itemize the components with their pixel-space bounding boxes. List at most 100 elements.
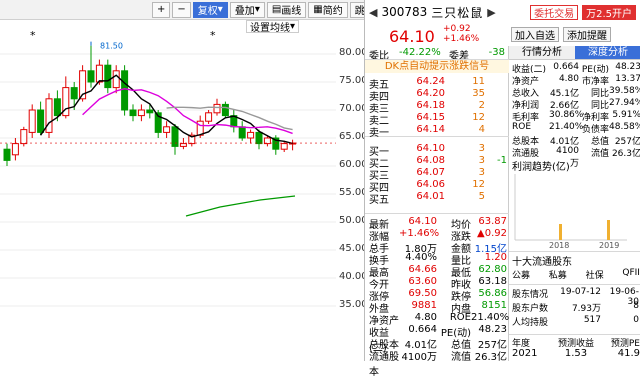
weicha-value: -38: [488, 47, 505, 58]
stat-v1: 4.01亿: [404, 340, 437, 351]
stat-v1: 63.60: [408, 276, 437, 287]
bid-level-4-label: 买四: [369, 183, 389, 194]
holder-col-private-fund[interactable]: 私募: [549, 268, 567, 281]
stat-row: 最高 64.66 最低 62.80: [365, 264, 509, 279]
ask-level-2[interactable]: 卖二 64.15 12: [365, 112, 509, 127]
fundamental-l: 流通股: [512, 149, 540, 159]
stat-l2: 总值: [451, 340, 471, 351]
tab-deep-analysis[interactable]: 深度分析: [575, 46, 640, 59]
draw-line-label: 画线: [281, 6, 302, 17]
next-arrow-icon[interactable]: ▶: [487, 6, 495, 19]
open-account-button[interactable]: 万2.5开户: [582, 4, 636, 20]
stat-v2: ▲0.92: [477, 228, 507, 239]
candle-body: [213, 103, 221, 114]
holder-col-social-security[interactable]: 社保: [586, 268, 604, 281]
stock-header: ◀ 300783 三只松鼠 ▶ 委托交易 万2.5开户: [365, 0, 640, 24]
candle-body: [247, 131, 255, 139]
fundamental-l: ROE: [512, 122, 532, 132]
holder-v2: 19-06-30: [609, 287, 639, 307]
draw-line-button[interactable]: ▤ 画线: [266, 1, 307, 18]
fundamental-v: 21.40%: [549, 122, 584, 132]
stat-l2: 内盘: [451, 304, 471, 315]
bid-level-5[interactable]: 买五 64.01 5: [365, 191, 509, 206]
simple-mode-button[interactable]: ▦ 简约: [308, 1, 348, 18]
bid-level-1-chg: [485, 143, 507, 155]
stat-v1: 64.66: [408, 264, 437, 275]
bid-level-2-label: 买二: [369, 159, 389, 170]
fundamental-l2: 流值: [590, 149, 609, 159]
trade-button[interactable]: 委托交易: [530, 4, 579, 20]
fundamental-l: 净利润: [512, 101, 540, 111]
add-watchlist-button[interactable]: 加入自选: [511, 27, 559, 42]
stat-l1: 流通股本: [369, 352, 399, 378]
candlestick-canvas[interactable]: 81.50 * *: [0, 21, 336, 361]
fundamental-l: 毛利率: [512, 113, 540, 123]
ask-level-2-chg: [485, 112, 507, 124]
weibi-label: 委比: [369, 51, 389, 62]
holder-col-qfii[interactable]: QFII: [622, 268, 640, 281]
ask-level-5-chg: [485, 76, 507, 88]
stat-v2: 56.86: [478, 288, 507, 299]
kline-chart-panel[interactable]: + − 复权▾ 叠加▾ ▤画线 ▦简约 跳转 ◀ 设置均线▾ 81.50** 8…: [0, 0, 400, 361]
profit-year-2018: 2018: [549, 241, 569, 250]
forecast-row: 2021 1.53 41.9: [512, 348, 640, 359]
ask-level-3-label: 卖三: [369, 104, 389, 115]
overlay-button[interactable]: 叠加 ▾: [229, 1, 265, 18]
analysis-panel: 行情分析 深度分析 利润趋势(亿) 2018 2019 十大流通股东 公募 私募…: [509, 46, 640, 361]
profit-bar-2019: [607, 220, 610, 240]
bid-level-1[interactable]: 买一 64.10 3: [365, 143, 509, 158]
add-alert-button[interactable]: 添加提醒: [563, 27, 611, 42]
candle-body: [53, 98, 61, 117]
bid-level-3-chg: [485, 167, 507, 179]
bid-level-3[interactable]: 买三 64.07 3: [365, 167, 509, 182]
bid-level-3-label: 买三: [369, 171, 389, 182]
tab-market-analysis[interactable]: 行情分析: [509, 46, 575, 59]
fundamental-row: 净资产 4.80 市净率 13.37: [509, 74, 640, 87]
holder-v2: 0: [633, 315, 639, 325]
bid-level-2[interactable]: 买二 64.08 3 -1: [365, 155, 509, 170]
profit-bar-2018: [559, 224, 562, 240]
ask-level-5[interactable]: 卖五 64.24 11: [365, 76, 509, 91]
candle-body: [196, 120, 204, 136]
zoom-out-button[interactable]: −: [172, 1, 191, 18]
price-change: +0.92: [443, 24, 471, 34]
profit-trend-chart: 2018 2019: [514, 174, 627, 250]
candle-body: [280, 143, 288, 150]
ask-level-5-price: 64.24: [416, 76, 445, 87]
holder-l: 股东情况: [512, 290, 549, 300]
ask-level-4-label: 卖四: [369, 92, 389, 103]
candle-body: [87, 70, 95, 83]
bid-level-4[interactable]: 买四 64.06 12: [365, 179, 509, 194]
zoom-in-button[interactable]: +: [152, 1, 171, 18]
simple-icon: ▦: [313, 4, 323, 15]
back-arrow-icon[interactable]: ◀: [369, 6, 377, 19]
stat-v1: 69.50: [408, 288, 437, 299]
ask-level-3-vol: 2: [478, 100, 485, 111]
ask-level-3[interactable]: 卖三 64.18 2: [365, 100, 509, 115]
ask-level-4[interactable]: 卖四 64.20 35: [365, 88, 509, 103]
stat-v1: +1.46%: [399, 228, 440, 239]
stat-l2: 流值: [451, 352, 471, 363]
stat-l1: 总股本: [369, 340, 399, 351]
stat-l1: 外盘: [369, 304, 389, 315]
triangle-down-icon: ▾: [217, 4, 223, 15]
adjust-rights-button[interactable]: 复权 ▾: [192, 1, 228, 18]
bid-level-4-chg: [485, 179, 507, 191]
ask-level-1[interactable]: 卖一 64.14 4: [365, 124, 509, 139]
bid-level-1-price: 64.10: [416, 143, 445, 154]
stat-l2: 涨跌: [451, 232, 471, 243]
stat-v2: 257亿: [477, 340, 507, 351]
fundamental-v2: 5.91%: [612, 110, 640, 120]
holder-col-public-fund[interactable]: 公募: [512, 268, 530, 281]
bid-level-5-chg: [485, 191, 507, 203]
fundamental-l: 净资产: [512, 77, 540, 87]
ask-level-4-chg: [485, 88, 507, 100]
stat-v1: 1.80万: [404, 244, 437, 255]
holders-title: 十大流通股东: [512, 257, 572, 268]
ask-level-2-label: 卖二: [369, 116, 389, 127]
fundamental-v: 4100万: [556, 146, 579, 169]
bid-level-5-label: 买五: [369, 195, 389, 206]
ad-banner[interactable]: DK点自动提示涨跌信号: [365, 60, 509, 73]
stat-row: 最新 64.10 均价 63.87: [365, 216, 509, 231]
candle-body: [20, 129, 28, 145]
